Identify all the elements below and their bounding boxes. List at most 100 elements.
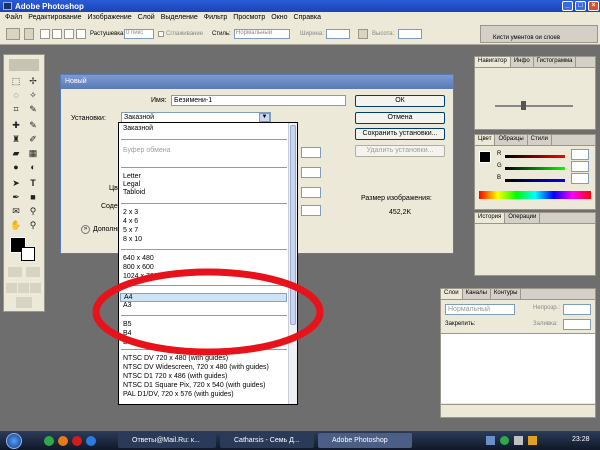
color-fg-swatch[interactable]: [479, 151, 491, 163]
quick-mask-icon[interactable]: [26, 267, 40, 277]
dodge-icon[interactable]: ◐: [25, 161, 41, 174]
g-value[interactable]: [571, 161, 589, 172]
menu-image[interactable]: Изображение: [88, 14, 132, 21]
shape-icon[interactable]: ■: [25, 191, 41, 204]
ok-button[interactable]: ОК: [355, 95, 445, 107]
crop-icon[interactable]: ⌗: [8, 103, 24, 116]
standard-mode-icon[interactable]: [8, 267, 22, 277]
type-icon[interactable]: T: [25, 177, 41, 190]
menu-edit[interactable]: Редактирование: [28, 14, 81, 21]
preset-list-item[interactable]: NTSC D1 Square Pix, 720 x 540 (with guid…: [123, 382, 265, 389]
tray-network-icon[interactable]: [486, 436, 495, 445]
pen-icon[interactable]: ✒: [8, 191, 24, 204]
advanced-expand-icon[interactable]: »: [81, 225, 90, 234]
preset-list-item[interactable]: NTSC D1 720 x 486 (with guides): [123, 373, 227, 380]
preset-list-item[interactable]: PAL D1/DV, 720 x 576 (with guides): [123, 391, 234, 398]
preset-list-item[interactable]: 8 x 10: [123, 236, 142, 243]
minimize-button[interactable]: _: [562, 1, 573, 11]
blend-mode-select[interactable]: Нормальный: [445, 304, 515, 315]
maximize-button[interactable]: □: [575, 1, 586, 11]
height-value-field[interactable]: [301, 167, 321, 178]
adobe-online-icon[interactable]: [9, 59, 39, 71]
tray-volume-icon[interactable]: [514, 436, 523, 445]
quicklaunch-browser-icon[interactable]: [86, 436, 96, 446]
slice-icon[interactable]: ✎: [25, 103, 41, 116]
g-slider[interactable]: [505, 167, 565, 170]
quicklaunch-icq-icon[interactable]: [44, 436, 54, 446]
b-slider[interactable]: [505, 179, 565, 182]
style-select[interactable]: Нормальный: [234, 29, 290, 39]
resolution-value-field[interactable]: [301, 187, 321, 198]
subtract-selection-icon[interactable]: [64, 29, 74, 39]
name-input[interactable]: Безимени-1: [171, 95, 346, 106]
screen-mode-standard-icon[interactable]: [6, 283, 17, 293]
tab-actions[interactable]: Операции: [505, 213, 541, 223]
width-value-field[interactable]: [301, 147, 321, 158]
lasso-icon[interactable]: ◌: [8, 89, 24, 102]
preset-dropdown-arrow-icon[interactable]: ▼: [259, 113, 270, 122]
stamp-icon[interactable]: ♜: [8, 133, 24, 146]
start-orb-icon[interactable]: [6, 433, 22, 449]
delete-preset-button[interactable]: Удалить установки...: [355, 145, 445, 157]
quicklaunch-firefox-icon[interactable]: [58, 436, 68, 446]
tab-navigator[interactable]: Навигатор: [475, 57, 511, 67]
menu-help[interactable]: Справка: [294, 14, 321, 21]
save-preset-button[interactable]: Сохранить установки...: [355, 128, 445, 140]
tab-info[interactable]: Инфо: [511, 57, 534, 67]
move-icon[interactable]: ✢: [25, 75, 41, 88]
history-brush-icon[interactable]: ✐: [25, 133, 41, 146]
feather-input[interactable]: 0 пикс: [124, 29, 154, 39]
height-input[interactable]: [398, 29, 422, 39]
eraser-icon[interactable]: ▰: [8, 147, 24, 160]
tray-icq-icon[interactable]: [500, 436, 509, 445]
palette-tab-layer-comps[interactable]: ои слоев: [535, 35, 560, 41]
tab-swatches[interactable]: Образцы: [495, 135, 528, 145]
fill-input[interactable]: [563, 319, 591, 330]
menu-window[interactable]: Окно: [271, 14, 287, 21]
tab-layers[interactable]: Слои: [441, 289, 463, 299]
preset-list-item[interactable]: 5 x 7: [123, 227, 138, 234]
menu-file[interactable]: Файл: [5, 14, 22, 21]
zoom-icon[interactable]: ⚲: [25, 219, 41, 232]
healing-brush-icon[interactable]: ✚: [8, 119, 24, 132]
menu-filter[interactable]: Фильтр: [204, 14, 228, 21]
opacity-input[interactable]: [563, 304, 591, 315]
r-value[interactable]: [571, 149, 589, 160]
add-selection-icon[interactable]: [52, 29, 62, 39]
hand-icon[interactable]: ✋: [8, 219, 24, 232]
brush-icon[interactable]: ✎: [25, 119, 41, 132]
width-input[interactable]: [326, 29, 350, 39]
menu-view[interactable]: Просмотр: [233, 14, 265, 21]
swap-dimensions-icon[interactable]: [358, 29, 368, 39]
zoom-slider-thumb[interactable]: [521, 101, 526, 110]
tab-histogram[interactable]: Гистограмма: [534, 57, 577, 67]
task-photoshop[interactable]: Adobe Photoshop: [318, 433, 412, 448]
tray-app-icon[interactable]: [528, 436, 537, 445]
tab-history[interactable]: История: [475, 213, 506, 223]
preset-list-item[interactable]: Legal: [123, 181, 140, 188]
palette-tab-documents[interactable]: ументов: [511, 35, 534, 41]
notes-icon[interactable]: ✉: [8, 205, 24, 218]
color-ramp[interactable]: [479, 191, 591, 199]
zoom-slider[interactable]: [495, 105, 573, 107]
preset-list-item[interactable]: 640 x 480: [123, 255, 154, 262]
preset-list-item[interactable]: Letter: [123, 173, 141, 180]
menu-select[interactable]: Выделение: [161, 14, 198, 21]
task-mail-ru[interactable]: Ответы@Mail.Ru: к...: [118, 433, 216, 448]
palette-tab-brushes[interactable]: Кисти: [493, 35, 509, 41]
jump-to-imageready-icon[interactable]: [16, 297, 32, 308]
marquee-icon[interactable]: ⬚: [8, 75, 24, 88]
color-mode-value-field[interactable]: [301, 205, 321, 216]
preset-list-item[interactable]: Заказной: [123, 125, 153, 132]
preset-list-item[interactable]: NTSC DV Widescreen, 720 x 480 (with guid…: [123, 364, 269, 371]
preset-list-item[interactable]: 4 x 6: [123, 218, 138, 225]
preset-list-item[interactable]: Tabloid: [123, 189, 145, 196]
antialias-checkbox[interactable]: [158, 31, 164, 37]
magic-wand-icon[interactable]: ✧: [25, 89, 41, 102]
cancel-button[interactable]: Отмена: [355, 112, 445, 124]
tab-color[interactable]: Цвет: [475, 135, 496, 145]
gradient-icon[interactable]: ▦: [25, 147, 41, 160]
screen-mode-full-icon[interactable]: [30, 283, 41, 293]
b-value[interactable]: [571, 173, 589, 184]
new-selection-icon[interactable]: [40, 29, 50, 39]
